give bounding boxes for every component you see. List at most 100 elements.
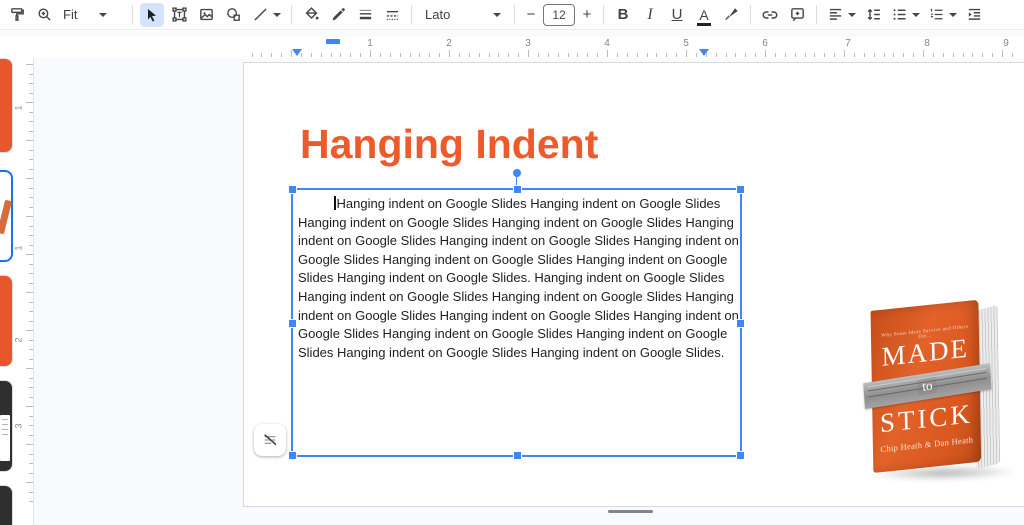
ruler-tick — [29, 159, 33, 160]
ruler-tick — [321, 53, 322, 57]
ruler-tick — [419, 53, 420, 57]
ruler-tick — [26, 140, 33, 141]
rotation-handle[interactable] — [513, 169, 521, 177]
line-tool-button[interactable] — [248, 3, 284, 27]
line-spacing-button[interactable] — [861, 3, 885, 27]
text-color-icon: A — [699, 9, 708, 21]
resize-handle-sw[interactable] — [288, 451, 297, 460]
ruler-tick — [795, 53, 796, 57]
ruler-tick — [854, 53, 855, 57]
slide-thumbnail-2[interactable] — [0, 170, 13, 262]
decrease-font-size-button[interactable]: − — [522, 3, 540, 27]
zoom-button[interactable] — [32, 3, 56, 27]
border-color-button[interactable] — [326, 3, 350, 27]
ruler-tick — [1012, 53, 1013, 57]
slide-title[interactable]: Hanging Indent — [300, 121, 598, 168]
font-family-select[interactable]: Lato — [419, 3, 507, 27]
ruler-tick — [29, 454, 33, 455]
font-size-input[interactable]: 12 — [543, 4, 575, 26]
indent-button[interactable] — [962, 3, 986, 27]
ruler-tick — [972, 53, 973, 57]
fill-color-button[interactable] — [299, 3, 323, 27]
minus-icon: − — [527, 6, 536, 23]
ruler-tick — [370, 50, 371, 57]
slide-thumbnail-4[interactable] — [0, 380, 13, 472]
resize-handle-se[interactable] — [736, 451, 745, 460]
underline-button[interactable]: U — [665, 3, 689, 27]
ruler-tick — [953, 53, 954, 57]
ruler-tick — [29, 207, 33, 208]
format-painter-button[interactable] — [5, 3, 29, 27]
chevron-down-icon — [912, 13, 920, 17]
divider — [750, 5, 751, 24]
first-line-indent-marker[interactable] — [326, 39, 340, 44]
horizontal-ruler[interactable]: 123456789 — [0, 37, 1024, 58]
ruler-tick — [903, 53, 904, 57]
ruler-tick — [261, 53, 262, 57]
insert-link-button[interactable] — [758, 3, 782, 27]
numbered-list-button[interactable] — [925, 3, 959, 27]
add-comment-button[interactable] — [785, 3, 809, 27]
increase-font-size-button[interactable]: + — [578, 3, 596, 27]
ruler-tick — [29, 416, 33, 417]
ruler-tick — [429, 53, 430, 57]
insert-image-button[interactable] — [194, 3, 218, 27]
ruler-tick — [933, 53, 934, 57]
slide-canvas[interactable]: Hanging Indent Hanging indent on Google … — [33, 58, 1024, 525]
ruler-tick — [331, 53, 332, 57]
ruler-tick — [805, 53, 806, 57]
left-indent-marker[interactable] — [292, 49, 302, 56]
ruler-number: 2 — [14, 337, 24, 342]
zoom-mode-select[interactable]: Fit — [59, 3, 125, 27]
textbox-tool-button[interactable] — [167, 3, 191, 27]
border-dash-button[interactable] — [380, 3, 404, 27]
ruler-tick — [29, 245, 33, 246]
italic-button[interactable]: I — [638, 3, 662, 27]
border-dash-icon — [384, 6, 401, 23]
ruler-tick — [29, 74, 33, 75]
ruler-tick — [29, 226, 33, 227]
ruler-tick — [26, 102, 33, 103]
text-color-button[interactable]: A — [692, 3, 716, 27]
ruler-tick — [29, 463, 33, 464]
textbox-selection[interactable] — [291, 188, 742, 457]
ruler-tick — [587, 53, 588, 57]
resize-handle-n[interactable] — [513, 185, 522, 194]
select-tool-button[interactable] — [140, 3, 164, 27]
resize-handle-ne[interactable] — [736, 185, 745, 194]
slide-page[interactable]: Hanging Indent Hanging indent on Google … — [243, 62, 1024, 507]
highlight-color-button[interactable] — [719, 3, 743, 27]
italic-icon: I — [647, 6, 652, 24]
autofit-options-button[interactable] — [254, 424, 286, 456]
border-weight-button[interactable] — [353, 3, 377, 27]
ruler-tick — [26, 216, 33, 217]
ruler-tick — [656, 53, 657, 57]
slide-filmstrip[interactable] — [0, 58, 15, 525]
bold-button[interactable]: B — [611, 3, 635, 27]
right-indent-marker[interactable] — [699, 49, 709, 56]
ruler-tick — [29, 169, 33, 170]
slide-thumbnail-3[interactable] — [0, 275, 13, 367]
divider — [603, 5, 604, 24]
slide-thumbnail-1[interactable] — [0, 58, 13, 153]
shape-tool-button[interactable] — [221, 3, 245, 27]
cursor-icon — [144, 7, 160, 23]
ruler-tick — [765, 50, 766, 57]
ruler-tick — [439, 53, 440, 57]
bulleted-list-button[interactable] — [888, 3, 922, 27]
vertical-ruler[interactable]: 1123 — [15, 58, 34, 525]
resize-handle-e[interactable] — [736, 319, 745, 328]
ruler-tick — [29, 283, 33, 284]
book-image[interactable]: Why Some Ideas Survive and Others Die...… — [870, 298, 1018, 491]
slide-thumbnail-5[interactable] — [0, 485, 13, 525]
ruler-tick — [390, 53, 391, 57]
ruler-tick — [281, 53, 282, 57]
resize-handle-nw[interactable] — [288, 185, 297, 194]
ruler-tick — [29, 264, 33, 265]
ruler-number: 3 — [14, 423, 24, 428]
horizontal-scrollbar-thumb[interactable] — [608, 510, 653, 513]
ruler-tick — [26, 406, 33, 407]
resize-handle-s[interactable] — [513, 451, 522, 460]
align-button[interactable] — [824, 3, 858, 27]
resize-handle-w[interactable] — [288, 319, 297, 328]
